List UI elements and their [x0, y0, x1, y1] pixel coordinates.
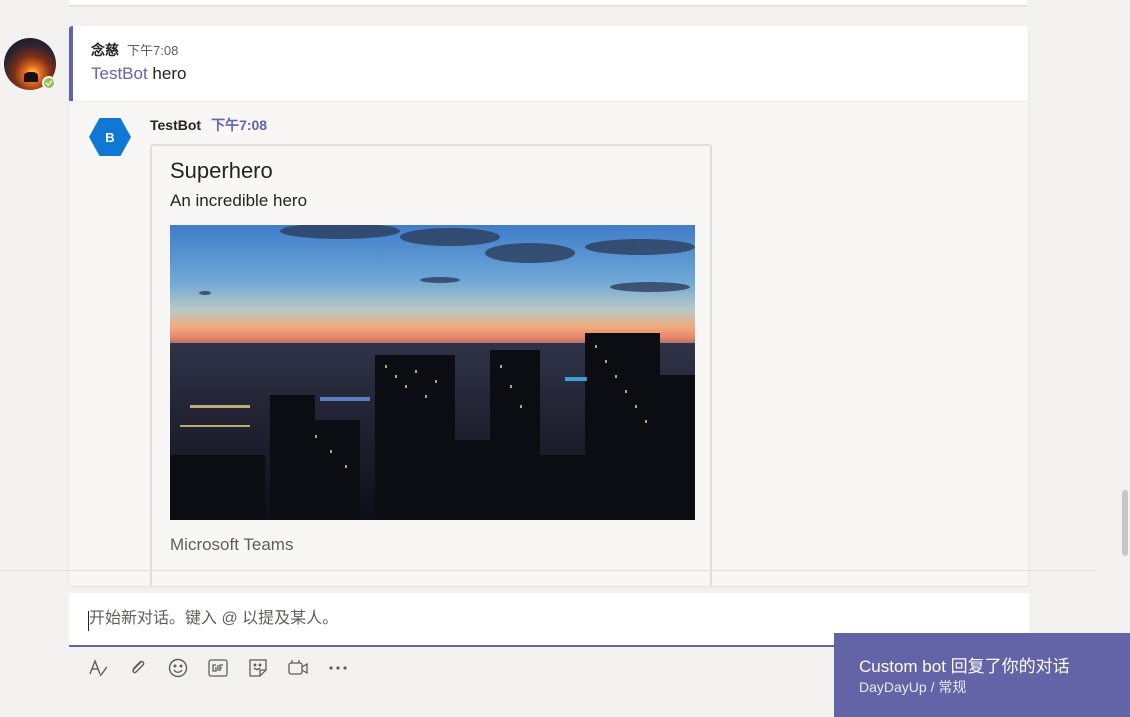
toast-separator: /: [926, 679, 939, 695]
hero-card-subtitle: An incredible hero: [170, 191, 308, 210]
gif-icon[interactable]: [206, 656, 230, 680]
hero-card-title: Superhero: [170, 158, 273, 183]
reply-message-meta: TestBot 下午7:08: [150, 115, 267, 135]
toast-team: DayDayUp: [859, 679, 927, 695]
hero-card-text: Microsoft Teams: [170, 535, 294, 554]
reply-message[interactable]: B TestBot 下午7:08 Superhero An incredible …: [69, 101, 1028, 586]
reply-time: 下午7:08: [211, 117, 268, 133]
root-message-text: hero: [147, 64, 187, 83]
emoji-icon[interactable]: [166, 656, 190, 680]
presence-available-icon: [42, 76, 56, 90]
message-thread: 念慈 下午7:08 TestBot hero B TestBot 下午7:08 Su…: [69, 26, 1028, 586]
toast-title: Custom bot 回复了你的对话: [859, 657, 1070, 676]
compose-divider: [0, 570, 1095, 571]
root-message-sender[interactable]: 念慈: [91, 42, 119, 58]
avatar-silhouette: [24, 72, 38, 82]
more-options-icon[interactable]: [326, 656, 350, 680]
toast-channel: 常规: [938, 679, 967, 695]
scrollbar[interactable]: [1122, 490, 1128, 556]
toast-subtitle: DayDayUp / 常规: [859, 677, 966, 697]
bot-mention[interactable]: TestBot: [91, 64, 148, 83]
root-message-meta: 念慈 下午7:08: [91, 40, 178, 60]
root-message[interactable]: 念慈 下午7:08 TestBot hero: [69, 26, 1028, 101]
hero-card: Superhero An incredible hero Microsoft T…: [150, 144, 712, 586]
bot-avatar[interactable]: B: [89, 116, 131, 158]
previous-message-card: [69, 0, 1027, 6]
compose-toolbar: [86, 656, 350, 680]
format-icon[interactable]: [86, 656, 110, 680]
meet-now-icon[interactable]: [286, 656, 310, 680]
reply-sender[interactable]: TestBot: [150, 117, 201, 133]
hero-card-image[interactable]: [170, 225, 695, 520]
notification-toast[interactable]: Custom bot 回复了你的对话 DayDayUp / 常规: [834, 633, 1130, 717]
bot-avatar-initial: B: [105, 130, 114, 145]
sticker-icon[interactable]: [246, 656, 270, 680]
attach-icon[interactable]: [126, 656, 150, 680]
root-message-body: TestBot hero: [91, 64, 186, 84]
root-message-time: 下午7:08: [127, 43, 179, 58]
